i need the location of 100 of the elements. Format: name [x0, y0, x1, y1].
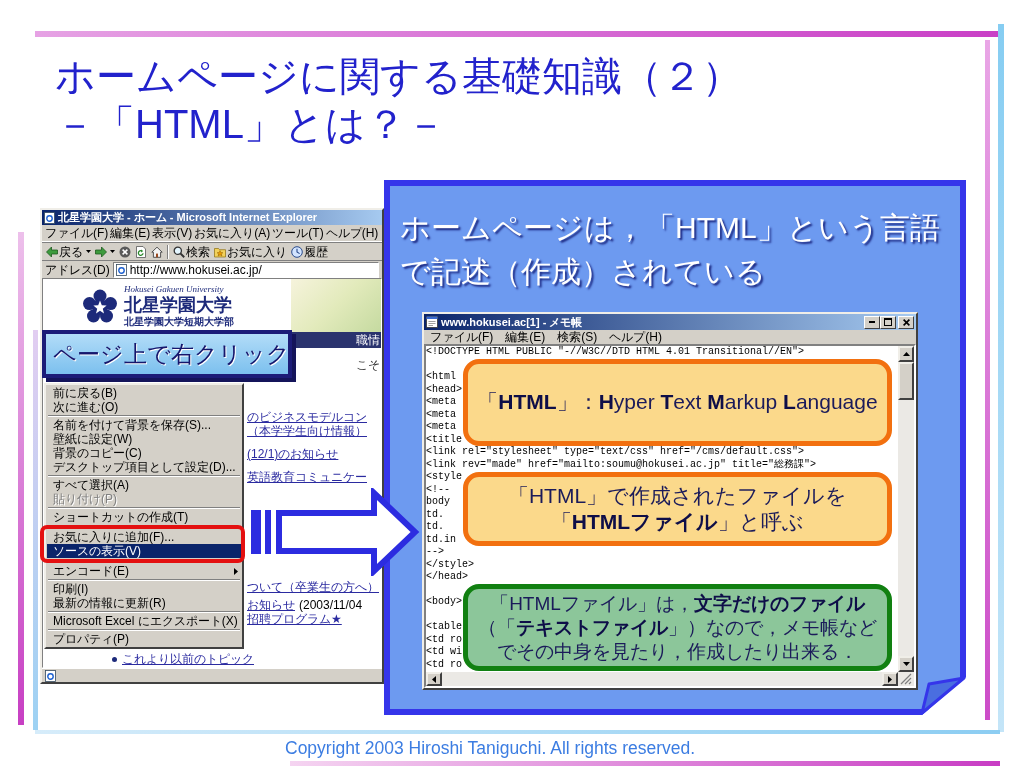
- code-line: <style: [426, 471, 462, 484]
- menu-item[interactable]: 次に進む(O): [47, 400, 241, 414]
- address-field[interactable]: http://www.hokusei.ac.jp/: [112, 261, 379, 278]
- code-line: <td wi: [426, 646, 462, 659]
- topic-link[interactable]: ついて（卒業生の方へ）: [247, 580, 379, 594]
- nav-link[interactable]: 職情: [356, 333, 380, 347]
- scroll-up-button[interactable]: [898, 346, 914, 362]
- page-icon: [44, 211, 55, 224]
- menu-item[interactable]: 背景のコピー(C): [47, 446, 241, 460]
- stop-button[interactable]: [118, 245, 132, 258]
- scroll-thumb[interactable]: [898, 362, 914, 400]
- menu-item[interactable]: お気に入りに追加(F)...: [47, 530, 241, 544]
- menu-item[interactable]: 印刷(I): [47, 582, 241, 596]
- code-line: <td ro: [426, 658, 462, 671]
- stop-icon: [119, 245, 131, 258]
- clock-icon: [291, 245, 303, 258]
- topic-link[interactable]: 招聘プログラム★: [247, 612, 342, 626]
- folder-star-icon: [214, 245, 226, 258]
- menu-item[interactable]: プロパティ(P): [47, 632, 241, 646]
- welcome-text: こそ: [356, 358, 380, 372]
- refresh-button[interactable]: [134, 245, 148, 258]
- menu-item[interactable]: ツール(T): [272, 226, 324, 240]
- submenu-arrow-icon: [234, 567, 238, 575]
- house-icon: [151, 245, 163, 258]
- scroll-down-button[interactable]: [898, 656, 914, 672]
- page-icon: [115, 263, 127, 276]
- left-arrow-icon: [432, 675, 436, 683]
- code-line: <head>: [426, 383, 462, 396]
- code-line: <link rel="stylesheet" type="text/css" href="/cms/default.css">: [426, 446, 805, 459]
- university-tagline: Hokusei Gakuen University: [124, 283, 224, 295]
- window-title: 北星学園大学 - ホーム - Microsoft Internet Explorer: [58, 211, 318, 224]
- topic-link[interactable]: (12/1)のお知らせ: [247, 447, 339, 461]
- forward-button[interactable]: [94, 245, 116, 258]
- menu-item[interactable]: ファイル(F): [430, 330, 494, 344]
- topic-link[interactable]: （本学学生向け情報）: [247, 424, 367, 438]
- close-button[interactable]: [898, 315, 914, 329]
- size-grip-icon: [900, 673, 912, 685]
- maximize-button[interactable]: [880, 315, 896, 329]
- code-line: <td ro: [426, 633, 462, 646]
- menu-item[interactable]: 表示(V): [152, 226, 193, 240]
- menu-item[interactable]: 壁紙に設定(W): [47, 432, 241, 446]
- code-line: <!DOCTYPE HTML PUBLIC "-//W3C//DTD HTML 4.01 Transitional//EN">: [426, 346, 805, 359]
- minimize-icon: [869, 321, 875, 323]
- scroll-right-button[interactable]: [882, 672, 898, 686]
- university-name: 北星学園大学: [124, 294, 232, 316]
- minimize-button[interactable]: [864, 315, 880, 329]
- code-line: td.in: [426, 533, 456, 546]
- menu-item[interactable]: 編集(E): [505, 330, 546, 344]
- maximize-icon: [884, 318, 892, 326]
- menu-item[interactable]: 最新の情報に更新(R): [47, 596, 241, 610]
- code-line: td.: [426, 521, 444, 534]
- code-line: <meta: [426, 421, 456, 434]
- caret-icon: [86, 250, 91, 253]
- flower-emblem-icon: [82, 288, 118, 323]
- down-arrow-icon: [902, 662, 910, 666]
- notepad-icon: [426, 316, 438, 328]
- code-line: -->: [426, 546, 444, 559]
- code-line: <html: [426, 371, 456, 384]
- topic-link[interactable]: お知らせ: [247, 598, 295, 612]
- menu-item[interactable]: お気に入り(A): [194, 226, 271, 240]
- menu-item[interactable]: ソースの表示(V): [47, 544, 241, 558]
- topic-link[interactable]: これより以前のトピック: [122, 652, 254, 666]
- slide-title: ホームページに関する基礎知識（２）: [55, 53, 742, 100]
- scroll-left-button[interactable]: [426, 672, 442, 686]
- topic-link[interactable]: のビジネスモデルコン: [247, 410, 367, 424]
- bullet-icon: [112, 656, 117, 662]
- home-button[interactable]: [150, 245, 164, 258]
- menu-item[interactable]: ヘルプ(H): [609, 330, 662, 344]
- close-icon: [902, 318, 910, 326]
- menu-item[interactable]: ファイル(F): [45, 226, 109, 240]
- code-line: <!--: [426, 483, 450, 496]
- code-line: </head>: [426, 571, 468, 584]
- refresh-icon: [135, 245, 147, 258]
- favorites-button[interactable]: お気に入り: [213, 244, 288, 259]
- menu-item[interactable]: デスクトップ項目として設定(D)...: [47, 460, 241, 474]
- menu-item[interactable]: 名前を付けて背景を保存(S)...: [47, 418, 241, 432]
- topic-link[interactable]: 英語教育コミュニケー: [247, 470, 367, 484]
- code-line: body: [426, 496, 450, 509]
- back-arrow-icon: [46, 245, 58, 258]
- code-line: td.: [426, 508, 444, 521]
- search-icon: [173, 245, 185, 258]
- menu-item[interactable]: Microsoft Excel にエクスポート(X): [47, 614, 241, 628]
- code-line: <table: [426, 621, 462, 634]
- back-button[interactable]: 戻る: [45, 244, 92, 259]
- window-title: www.hokusei.ac[1] - メモ帳: [441, 315, 583, 329]
- horizontal-scrollbar[interactable]: [426, 672, 914, 686]
- panel-heading: ホームページは，「HTML」という言語で記述（作成）されている: [400, 210, 941, 290]
- menu-item[interactable]: 検索(S): [557, 330, 598, 344]
- menu-item[interactable]: 編集(E): [110, 226, 151, 240]
- vertical-scrollbar[interactable]: [898, 346, 914, 672]
- copyright-notice: Copyright 2003 Hiroshi Taniguchi. All rights reserved.: [285, 737, 696, 759]
- menu-item[interactable]: 前に戻る(B): [47, 386, 241, 400]
- menu-item[interactable]: エンコード(E): [47, 564, 241, 578]
- menu-item[interactable]: ヘルプ(H): [325, 226, 379, 240]
- forward-arrow-icon: [95, 245, 107, 258]
- code-line: <title: [426, 433, 462, 446]
- menu-item[interactable]: ショートカットの作成(T): [47, 510, 241, 524]
- menu-item[interactable]: すべて選択(A): [47, 478, 241, 492]
- history-button[interactable]: 履歴: [290, 244, 329, 259]
- search-button[interactable]: 検索: [172, 244, 211, 259]
